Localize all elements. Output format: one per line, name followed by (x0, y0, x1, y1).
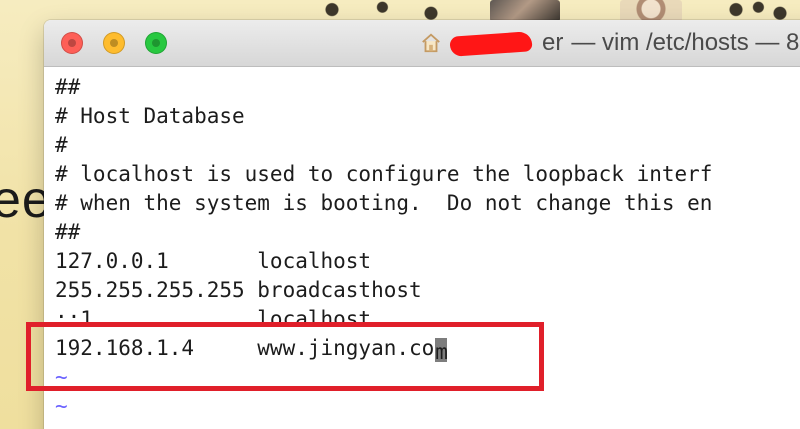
editor-line: # when the system is booting. Do not cha… (55, 191, 713, 215)
editor-line: # localhost is used to configure the loo… (55, 162, 713, 186)
empty-line-marker: ~ (55, 394, 68, 418)
home-icon (420, 32, 442, 54)
editor-line: # Host Database (55, 104, 245, 128)
window-title: er — vim /etc/hosts — 8 (420, 29, 800, 57)
empty-line-marker: ~ (55, 365, 68, 389)
editor-line: # (55, 133, 68, 157)
zoom-icon (152, 39, 160, 47)
text-cursor: m (435, 338, 448, 364)
editor-line: 127.0.0.1 localhost (55, 249, 372, 273)
close-icon (68, 39, 76, 47)
terminal-window[interactable]: er — vim /etc/hosts — 8 ## # Host Databa… (44, 20, 800, 429)
window-title-prefix: er (542, 29, 564, 56)
editor-line-active: 192.168.1.4 www.jingyan.com (55, 334, 800, 364)
minimize-button[interactable] (103, 32, 125, 54)
minimize-icon (110, 39, 118, 47)
editor-line-text: 192.168.1.4 www.jingyan.co (55, 336, 435, 360)
vim-editor[interactable]: ## # Host Database # # localhost is used… (44, 67, 800, 429)
editor-line: ## (55, 75, 81, 99)
editor-line: ::1 localhost (55, 307, 372, 331)
zoom-button[interactable] (145, 32, 167, 54)
window-title-text: — vim /etc/hosts — 8 (571, 29, 800, 56)
wallpaper-photo (490, 0, 560, 22)
editor-line: 255.255.255.255 broadcasthost (55, 278, 422, 302)
wallpaper-photo (620, 0, 682, 22)
editor-line: ## (55, 220, 81, 244)
close-button[interactable] (61, 32, 83, 54)
redaction-mark (449, 31, 533, 57)
window-titlebar[interactable]: er — vim /etc/hosts — 8 (44, 20, 800, 67)
